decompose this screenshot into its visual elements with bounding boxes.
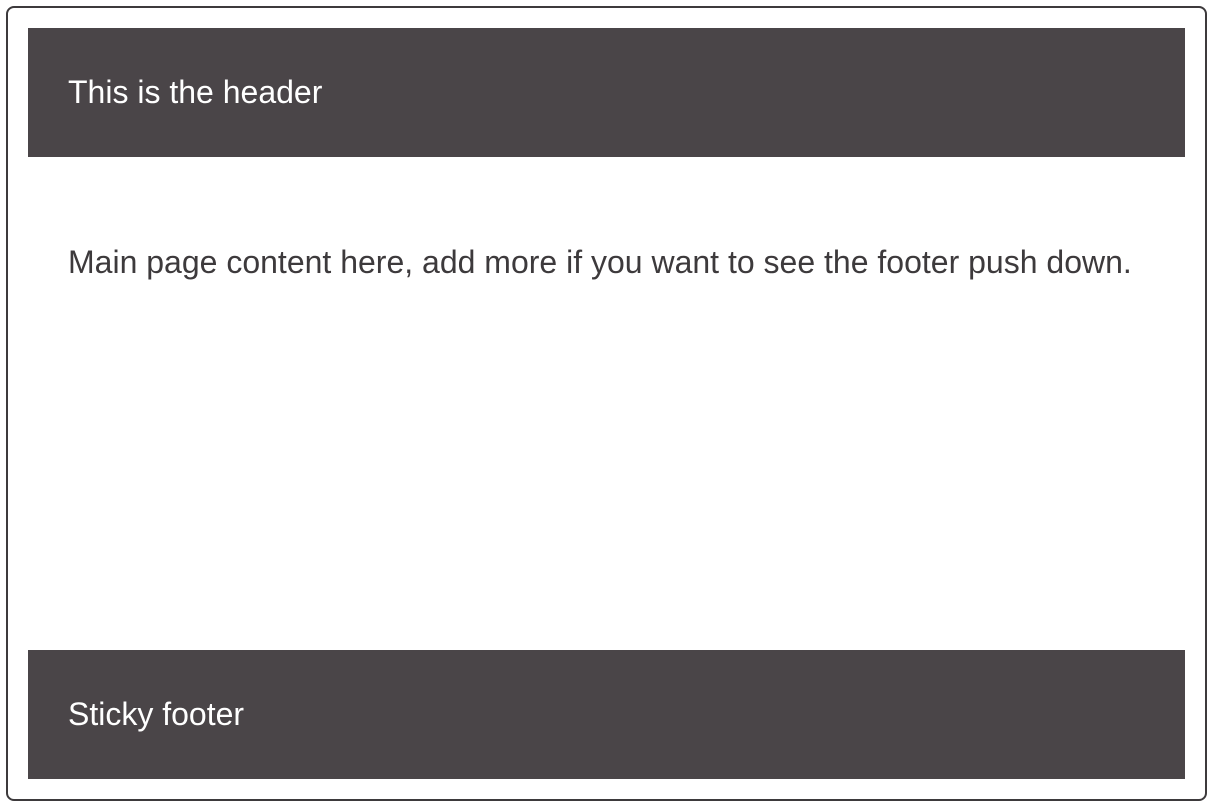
footer-text: Sticky footer [68,696,244,732]
content-text: Main page content here, add more if you … [68,244,1132,280]
page-frame: This is the header Main page content her… [6,6,1207,801]
header-text: This is the header [68,74,322,110]
page-footer: Sticky footer [28,650,1185,779]
page-content: Main page content here, add more if you … [28,157,1185,650]
page-header: This is the header [28,28,1185,157]
